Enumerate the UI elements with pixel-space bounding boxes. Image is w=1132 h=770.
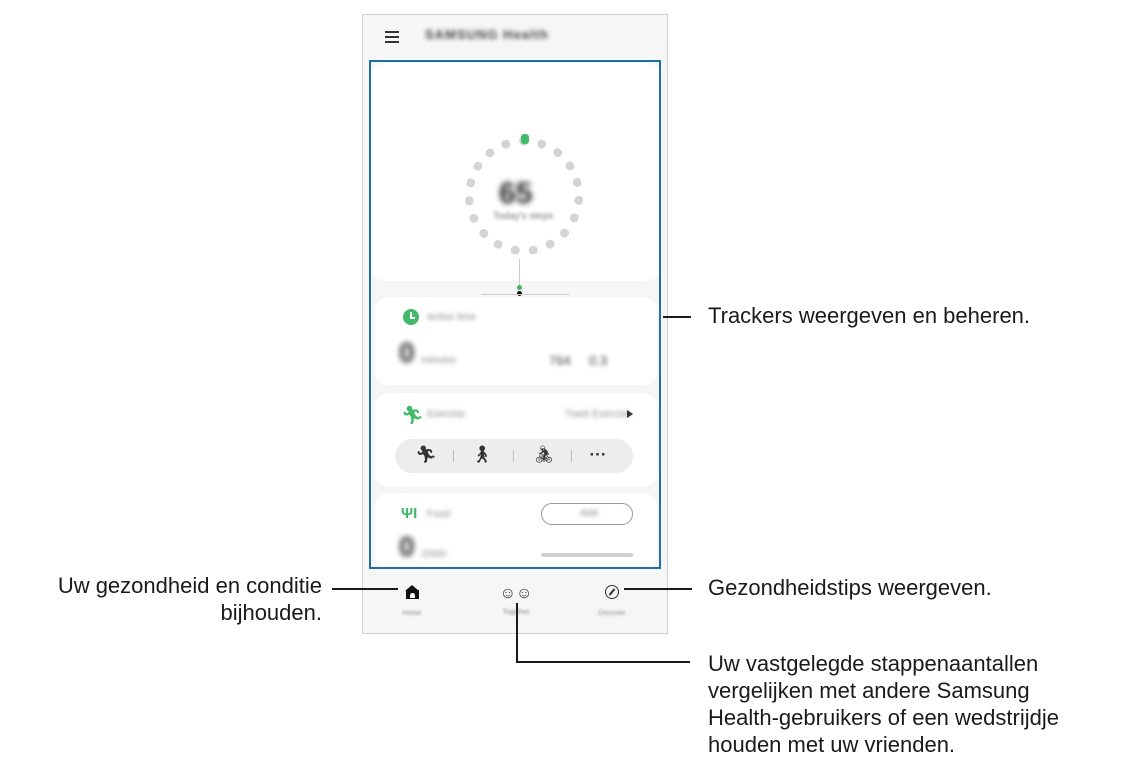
leader-line-tips [624, 588, 692, 590]
callout-together-line2: vergelijken met andere Samsung [708, 678, 1030, 703]
trackers-highlight-frame [369, 60, 661, 569]
callout-together-line4: houden met uw vrienden. [708, 732, 956, 757]
leader-line-together-vertical [516, 603, 518, 662]
leader-line-together-horizontal [516, 661, 690, 663]
nav-home-label: Home [402, 610, 422, 617]
callout-home-line1: Uw gezondheid en conditie [57, 573, 322, 598]
nav-discover-label: Discover [598, 610, 626, 617]
callout-tips: Gezondheidstips weergeven. [708, 574, 1108, 601]
callout-trackers-text: Trackers weergeven en beheren. [708, 303, 1031, 328]
hamburger-menu-icon[interactable] [385, 31, 399, 43]
callout-together-line3: Health-gebruikers of een wedstrijdje [708, 705, 1059, 730]
app-title: SAMSUNG Health [425, 27, 549, 42]
people-icon: ☺☺ [499, 585, 533, 602]
callout-trackers: Trackers weergeven en beheren. [708, 302, 1108, 329]
callout-together: Uw vastgelegde stappenaantallen vergelij… [708, 650, 1128, 758]
leader-line-trackers [663, 316, 691, 318]
callout-home: Uw gezondheid en conditie bijhouden. [0, 572, 322, 626]
home-icon [404, 585, 420, 599]
callout-tips-text: Gezondheidstips weergeven. [708, 575, 992, 600]
app-header: SAMSUNG Health [363, 15, 667, 61]
bottom-navigation: Home ☺☺ Together Discover [363, 577, 667, 633]
compass-icon [605, 585, 619, 599]
callout-home-line2: bijhouden. [220, 600, 322, 625]
callout-together-line1: Uw vastgelegde stappenaantallen [708, 651, 1039, 676]
leader-line-home [332, 588, 398, 590]
